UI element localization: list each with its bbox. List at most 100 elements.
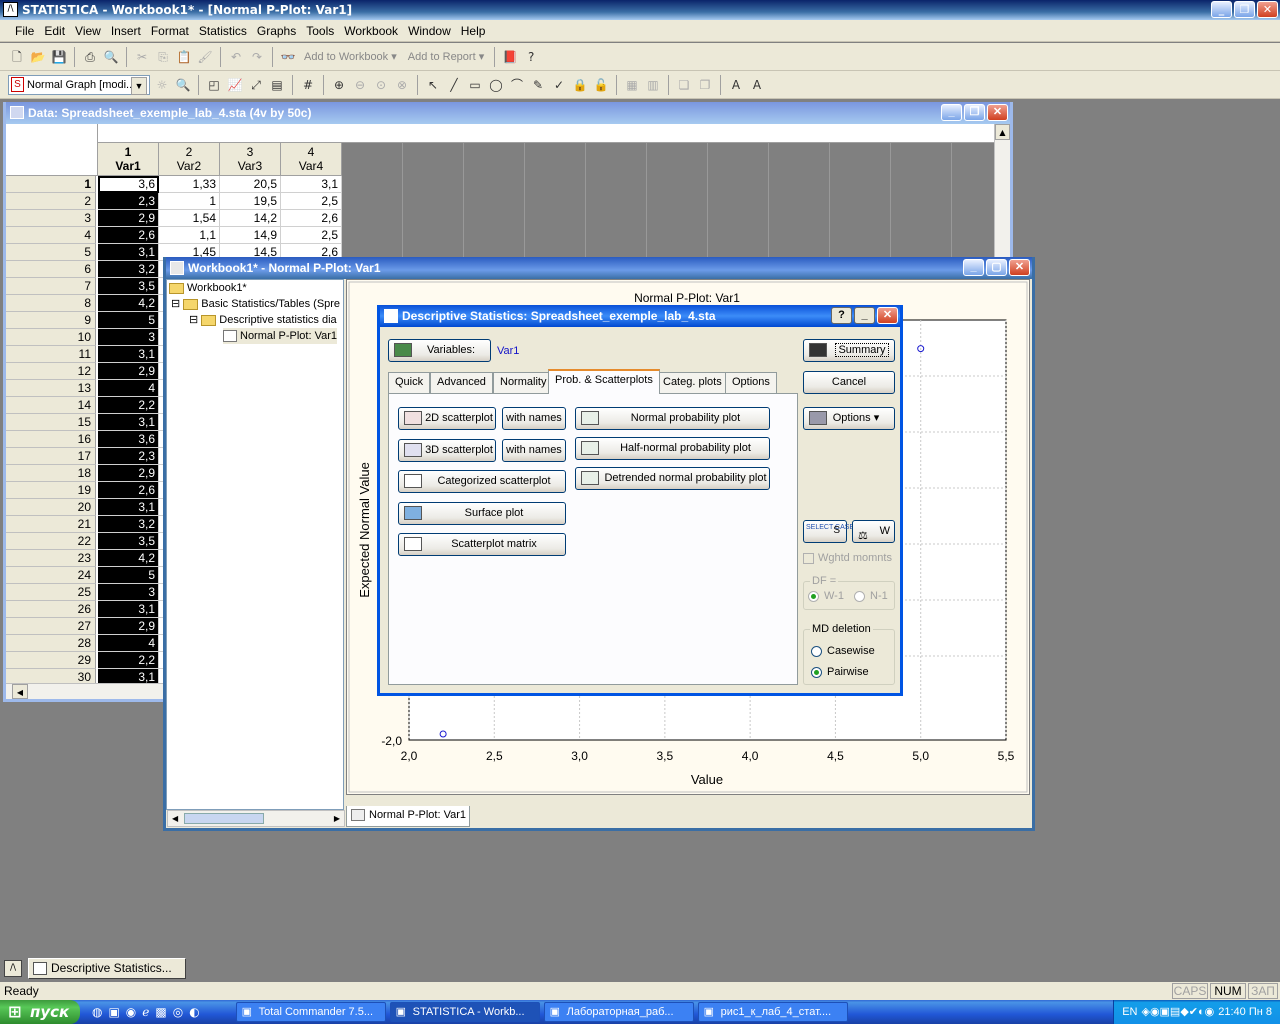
row-header[interactable]: 26 (6, 601, 96, 618)
statistica-small-icon[interactable]: /\ (4, 960, 22, 977)
row-header[interactable]: 16 (6, 431, 96, 448)
table-cell[interactable]: 2,6 (281, 210, 342, 227)
row-header[interactable]: 21 (6, 516, 96, 533)
menu-window[interactable]: Window (403, 24, 456, 38)
draw-ellipse-icon[interactable]: ◯ (487, 76, 505, 94)
cut-icon[interactable]: ✂ (133, 48, 151, 66)
table-cell[interactable]: 3 (98, 584, 159, 601)
detrended-plot-button[interactable]: Detrended normal probability plot (575, 467, 770, 490)
column-header-var3[interactable]: 3 Var3 (220, 143, 281, 176)
summary-button[interactable]: Summary (803, 339, 895, 362)
row-header[interactable]: 24 (6, 567, 96, 584)
3d-scatterplot-button[interactable]: 3D scatterplot (398, 439, 496, 462)
row-header[interactable]: 25 (6, 584, 96, 601)
tab-quick[interactable]: Quick (388, 372, 431, 393)
graph-brush-icon[interactable]: ☼ (153, 76, 171, 94)
table-cell[interactable]: 2,6 (98, 227, 159, 244)
table-cell[interactable]: 2,3 (98, 448, 159, 465)
menu-insert[interactable]: Insert (106, 24, 146, 38)
table-cell[interactable]: 5 (98, 312, 159, 329)
dialog-help-button[interactable]: ? (831, 307, 852, 324)
tab-prob-scatterplots[interactable]: Prob. & Scatterplots (548, 369, 660, 394)
tab-normality[interactable]: Normality (493, 372, 554, 393)
normal-probability-plot-button[interactable]: Normal probability plot (575, 407, 770, 430)
new-icon[interactable]: 🗋 (8, 48, 26, 66)
pointer-icon[interactable]: ↖ (424, 76, 442, 94)
row-header[interactable]: 23 (6, 550, 96, 567)
table-cell[interactable]: 2,5 (281, 227, 342, 244)
sheet-minimize-button[interactable]: _ (941, 104, 962, 121)
row-header[interactable]: 2 (6, 193, 96, 210)
graph-tab[interactable]: Normal P-Plot: Var1 (346, 806, 470, 827)
tab-advanced[interactable]: Advanced (430, 372, 493, 393)
task-statistica[interactable]: STATISTICA - Workb... (389, 1002, 540, 1022)
zoom-in-icon[interactable]: ⊕ (330, 76, 348, 94)
column-header-var1[interactable]: 1 Var1 (98, 143, 159, 176)
table-cell[interactable]: 3,5 (98, 278, 159, 295)
menu-file[interactable]: File (10, 24, 39, 38)
menu-format[interactable]: Format (146, 24, 194, 38)
open-icon[interactable]: 📂 (29, 48, 47, 66)
table-cell[interactable]: 2,9 (98, 210, 159, 227)
help-pointer-icon[interactable]: ? (522, 48, 540, 66)
font-size-icon[interactable]: A (727, 76, 745, 94)
table-cell[interactable]: 19,5 (220, 193, 281, 210)
row-header[interactable]: 3 (6, 210, 96, 227)
graph-options-icon[interactable]: ◰ (205, 76, 223, 94)
zoom-out-icon[interactable]: ⊖ (351, 76, 369, 94)
task-total-commander[interactable]: Total Commander 7.5... (235, 1002, 386, 1022)
table-cell[interactable]: 2,2 (98, 652, 159, 669)
wb-close-button[interactable]: ✕ (1009, 259, 1030, 276)
task-figure-doc[interactable]: рис1_к_лаб_4_стат.... (697, 1002, 848, 1022)
weighted-moments-checkbox[interactable]: Wghtd momnts (803, 552, 892, 564)
row-header[interactable]: 4 (6, 227, 96, 244)
weight-button[interactable]: ⚖ W (852, 520, 895, 543)
row-header[interactable]: 22 (6, 533, 96, 550)
casewise-radio[interactable]: Casewise (811, 645, 875, 657)
graph-fit-icon[interactable]: ⤢ (247, 76, 265, 94)
lock-icon[interactable]: 🔒 (571, 76, 589, 94)
row-header[interactable]: 11 (6, 346, 96, 363)
menu-graphs[interactable]: Graphs (252, 24, 301, 38)
row-header[interactable]: 6 (6, 261, 96, 278)
language-indicator[interactable]: EN (1122, 1000, 1137, 1024)
row-header[interactable]: 12 (6, 363, 96, 380)
send-back-icon[interactable]: ❐ (696, 76, 714, 94)
table-cell[interactable]: 14,9 (220, 227, 281, 244)
scatterplot-matrix-button[interactable]: Scatterplot matrix (398, 533, 566, 556)
close-button[interactable]: ✕ (1257, 1, 1278, 18)
table-cell[interactable]: 3,1 (98, 346, 159, 363)
mark-icon[interactable]: ✓ (550, 76, 568, 94)
row-header[interactable]: 28 (6, 635, 96, 652)
3d-with-names-button[interactable]: with names (502, 439, 566, 462)
column-header-var4[interactable]: 4 Var4 (281, 143, 342, 176)
tree-item-descriptive[interactable]: ⊟ Descriptive statistics dia (189, 312, 337, 328)
row-header[interactable]: 20 (6, 499, 96, 516)
row-header[interactable]: 5 (6, 244, 96, 261)
table-cell[interactable]: 3,1 (98, 414, 159, 431)
table-cell[interactable]: 4,2 (98, 550, 159, 567)
book-icon[interactable]: 📕 (501, 48, 519, 66)
brush-icon[interactable]: ✎ (529, 76, 547, 94)
table-cell[interactable]: 5 (98, 567, 159, 584)
menu-tools[interactable]: Tools (301, 24, 339, 38)
table-cell[interactable]: 4,2 (98, 295, 159, 312)
align-icon[interactable]: ▦ (623, 76, 641, 94)
table-cell[interactable]: 2,9 (98, 618, 159, 635)
save-icon[interactable]: 💾 (50, 48, 68, 66)
bring-front-icon[interactable]: ❏ (675, 76, 693, 94)
row-header[interactable]: 14 (6, 397, 96, 414)
tree-item-workbook[interactable]: Workbook1* (169, 280, 247, 296)
row-header[interactable]: 27 (6, 618, 96, 635)
table-cell[interactable]: 1,54 (159, 210, 220, 227)
sheet-restore-button[interactable]: ❐ (964, 104, 985, 121)
table-cell[interactable]: 3,1 (98, 244, 159, 261)
table-cell[interactable]: 4 (98, 380, 159, 397)
table-cell[interactable]: 2,3 (98, 193, 159, 210)
column-header-var2[interactable]: 2 Var2 (159, 143, 220, 176)
table-cell[interactable]: 3,2 (98, 516, 159, 533)
unlock-icon[interactable]: 🔓 (592, 76, 610, 94)
table-cell[interactable]: 3,1 (98, 499, 159, 516)
print-preview-icon[interactable]: 🔍 (102, 48, 120, 66)
table-cell[interactable]: 3,2 (98, 261, 159, 278)
